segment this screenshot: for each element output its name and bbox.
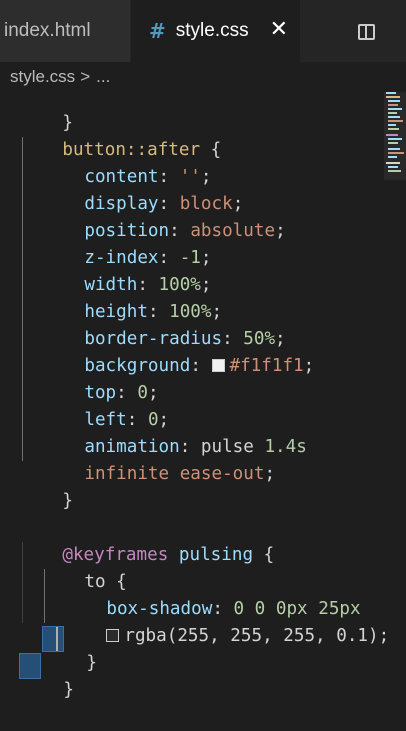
code-line: animation: pulse 1.4s xyxy=(84,437,307,457)
code-line: height: 100%; xyxy=(84,302,223,322)
tab-bar: index.html # style.css ✕ xyxy=(0,0,406,62)
code-line: } xyxy=(62,491,73,511)
tab-label: index.html xyxy=(4,20,91,41)
code-line: content: ''; xyxy=(84,167,212,187)
code-line: } xyxy=(62,113,73,133)
code-line: to { xyxy=(84,572,127,592)
css-file-icon: # xyxy=(149,19,166,43)
code-line: infinite ease-out; xyxy=(84,464,276,484)
code-line: width: 100%; xyxy=(84,275,212,295)
code-line: top: 0; xyxy=(84,383,159,403)
tab-style-css[interactable]: # style.css ✕ xyxy=(131,0,300,62)
tab-label: style.css xyxy=(175,20,249,41)
tab-index-html[interactable]: index.html xyxy=(0,0,130,62)
code-line: z-index: -1; xyxy=(84,248,212,268)
close-icon[interactable]: ✕ xyxy=(270,18,288,42)
code-line: display: block; xyxy=(84,194,244,214)
code-line: button::after { xyxy=(62,140,222,160)
code-line: left: 0; xyxy=(84,410,170,430)
code-line: background: #f1f1f1; xyxy=(84,356,315,376)
split-editor-icon[interactable] xyxy=(358,24,375,40)
code-line: position: absolute; xyxy=(84,221,286,241)
code-line: rgba(255, 255, 255, 0.1); xyxy=(64,596,389,646)
color-swatch[interactable] xyxy=(211,359,225,372)
code-line: @keyframes pulsing { xyxy=(62,545,275,565)
code-line: border-radius: 50%; xyxy=(84,329,286,349)
code-line: } xyxy=(86,653,97,673)
minimap[interactable] xyxy=(384,90,406,180)
code-editor[interactable]: } button::after { content: ''; display: … xyxy=(0,83,389,720)
color-swatch[interactable] xyxy=(106,629,120,642)
code-line: } xyxy=(63,680,74,700)
code-line: box-shadow: 0 0 0px 25px xyxy=(106,599,361,619)
